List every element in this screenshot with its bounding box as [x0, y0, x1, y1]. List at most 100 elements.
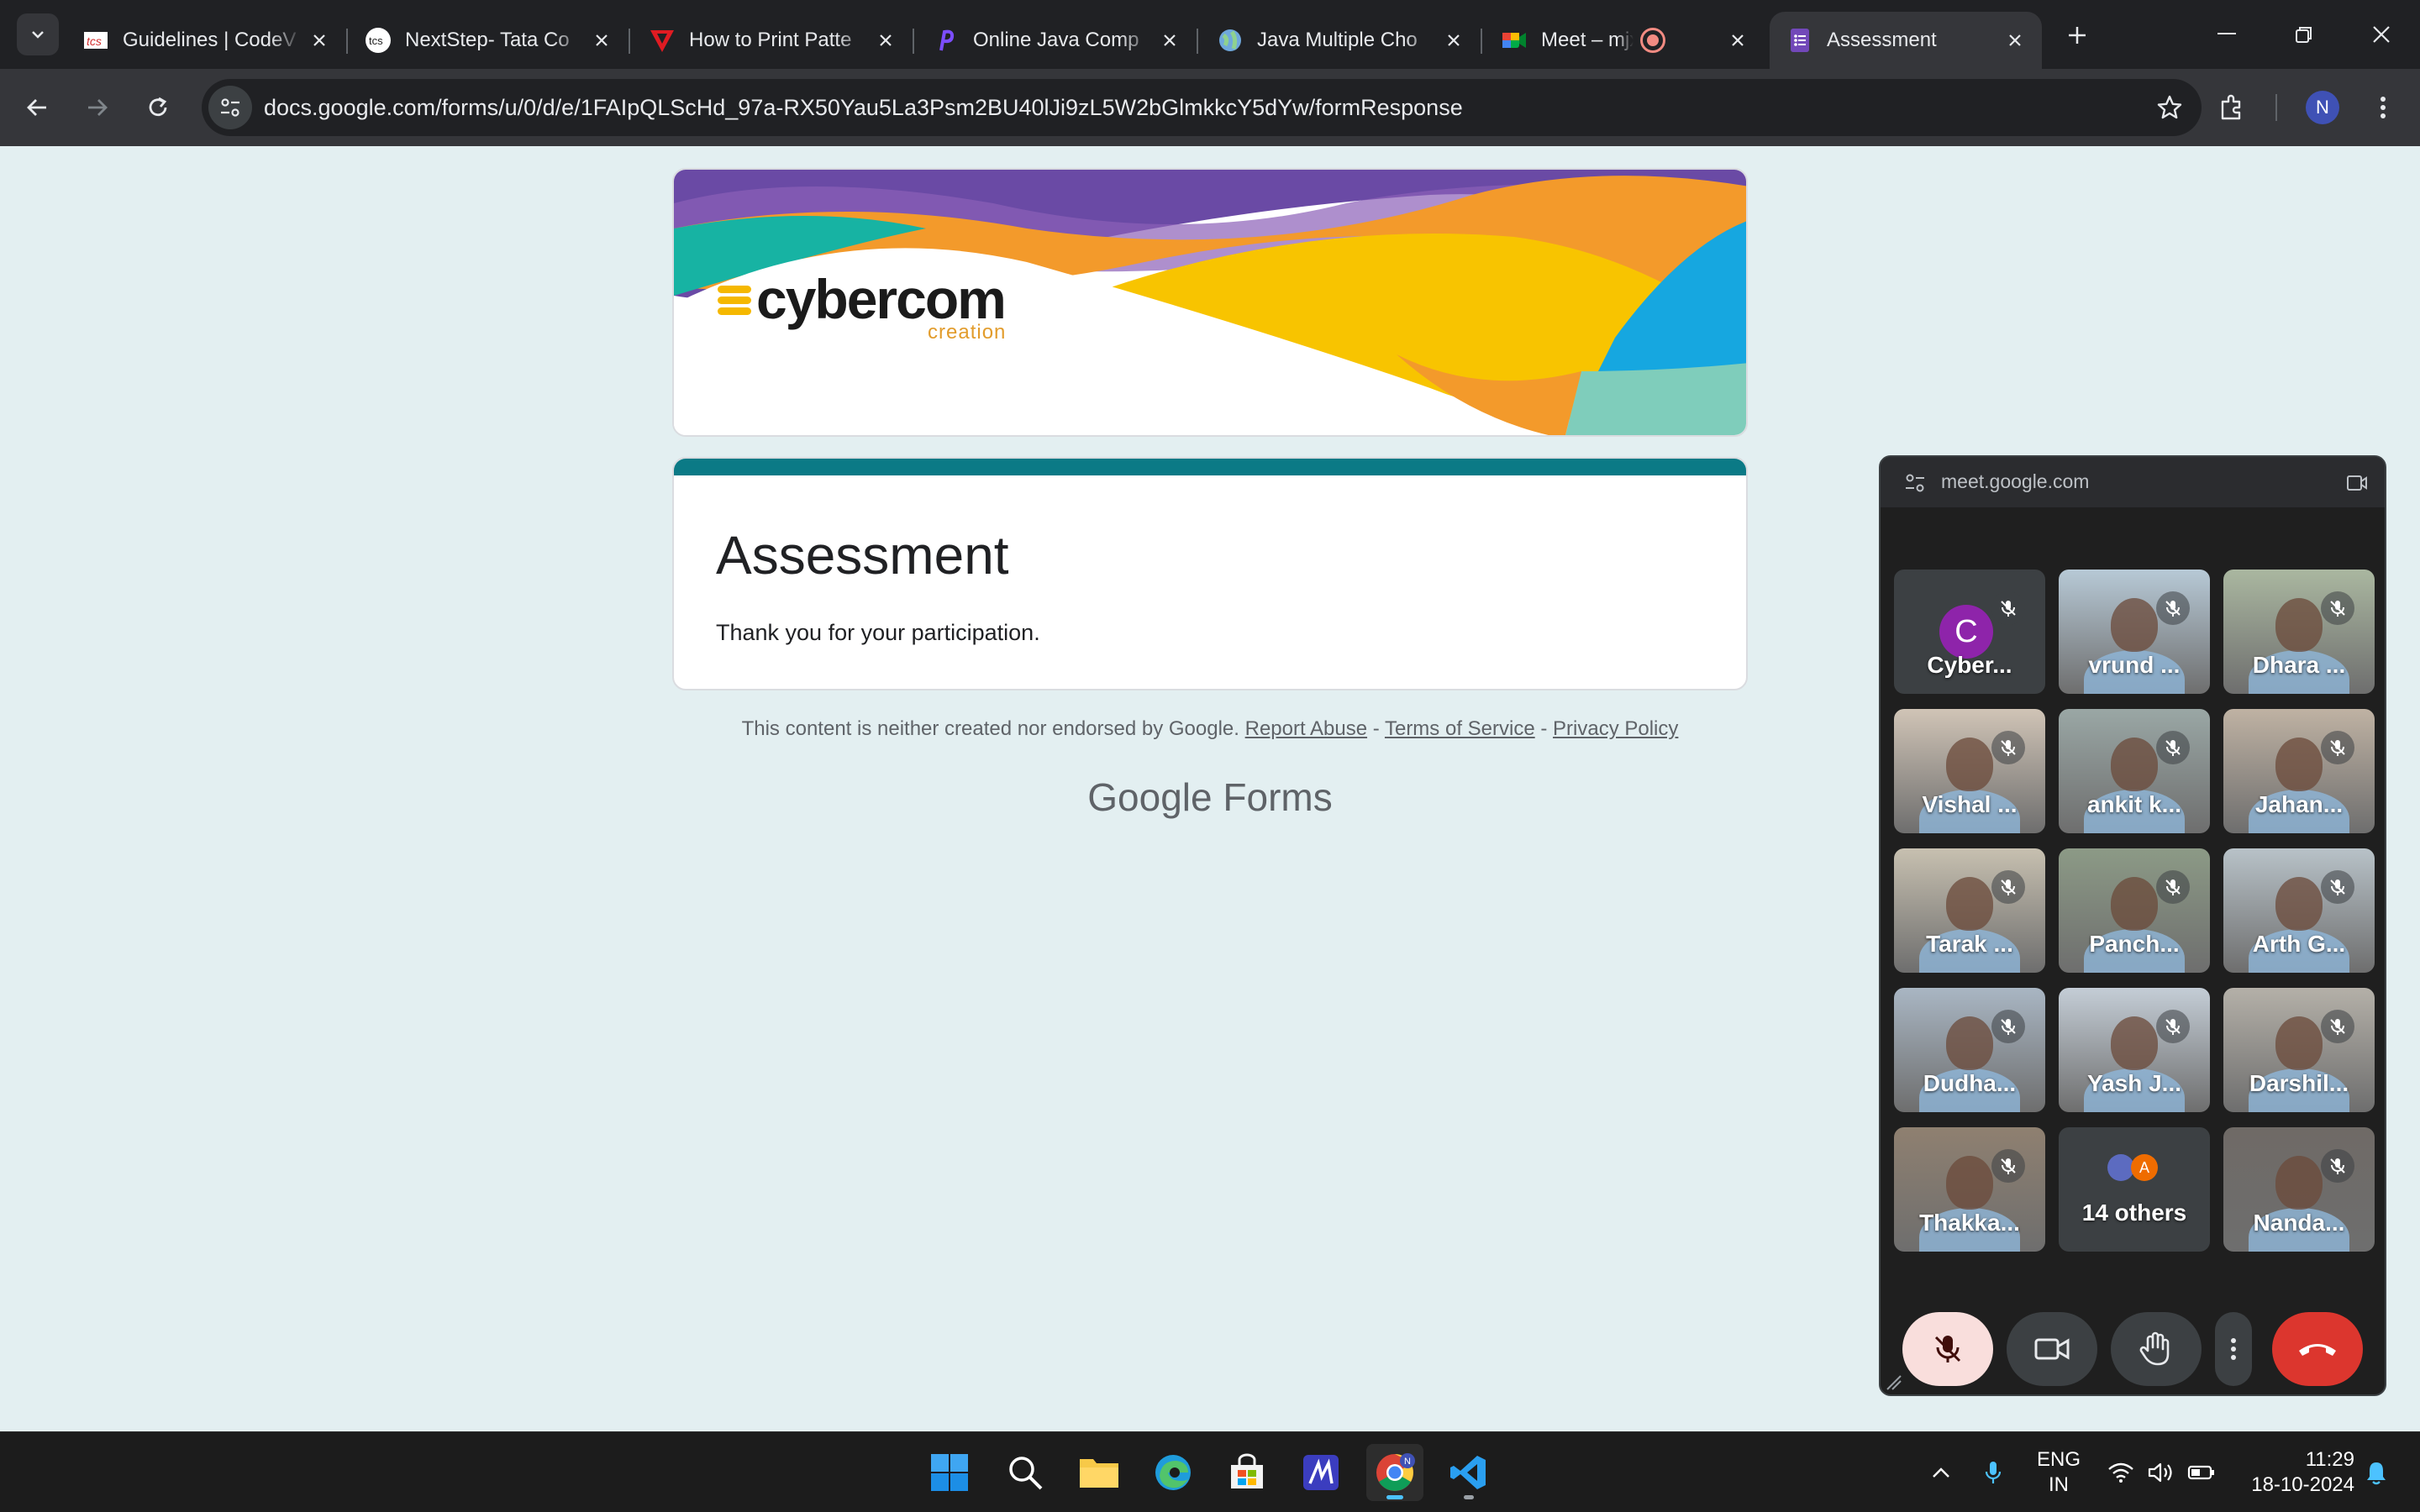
- privacy-link[interactable]: Privacy Policy: [1553, 717, 1678, 740]
- microphone-tray-icon[interactable]: [1978, 1432, 2008, 1512]
- mic-off-icon: [2321, 731, 2354, 764]
- close-icon[interactable]: [1721, 24, 1754, 57]
- participant-tile[interactable]: Thakka...: [1894, 1127, 2045, 1252]
- show-hidden-icons-button[interactable]: [1924, 1432, 1958, 1512]
- store-button[interactable]: [1218, 1444, 1276, 1501]
- participant-tile[interactable]: Nanda...: [2223, 1127, 2375, 1252]
- participant-video: [2275, 877, 2323, 931]
- tab-java-compiler[interactable]: Online Java Comp: [916, 12, 1198, 69]
- participant-tile[interactable]: C Cyber...: [1894, 570, 2045, 694]
- more-options-button[interactable]: [2215, 1312, 2252, 1386]
- search-button[interactable]: [997, 1444, 1054, 1501]
- camera-toggle-button[interactable]: [2007, 1312, 2097, 1386]
- participant-name: Yash J...: [2086, 1070, 2182, 1096]
- participant-name: Thakka...: [1919, 1210, 2020, 1236]
- profile-avatar[interactable]: N: [2306, 91, 2339, 124]
- store-icon: [1231, 1453, 1263, 1488]
- bookmark-star-icon[interactable]: [2149, 87, 2190, 128]
- file-explorer-button[interactable]: [1071, 1444, 1128, 1501]
- close-icon[interactable]: [1437, 24, 1470, 57]
- back-button[interactable]: [17, 87, 57, 128]
- tab-title: Meet – mjx-ot: [1541, 29, 1634, 51]
- terms-link[interactable]: Terms of Service: [1385, 717, 1535, 740]
- new-tab-button[interactable]: [2059, 17, 2096, 54]
- close-icon[interactable]: [869, 24, 902, 57]
- participant-tile[interactable]: Dudha...: [1894, 988, 2045, 1112]
- chrome-button[interactable]: N: [1366, 1444, 1423, 1501]
- participant-avatar: C: [1939, 605, 1993, 659]
- restore-button[interactable]: [2281, 12, 2328, 57]
- raise-hand-button[interactable]: [2111, 1312, 2202, 1386]
- participant-video: [2275, 1016, 2323, 1070]
- mic-off-icon: [2156, 591, 2190, 625]
- participant-tile[interactable]: Yash J...: [2059, 988, 2210, 1112]
- participant-name: vrund ...: [2088, 652, 2181, 678]
- mic-off-icon: [2156, 870, 2190, 904]
- participant-name: Dudha...: [1923, 1070, 2017, 1096]
- others-avatars: A: [2107, 1152, 2161, 1183]
- search-icon: [1009, 1457, 1043, 1490]
- start-button[interactable]: [921, 1444, 978, 1501]
- close-icon[interactable]: [1153, 24, 1186, 57]
- battery-icon[interactable]: [2186, 1432, 2217, 1512]
- participant-tile[interactable]: vrund ...: [2059, 570, 2210, 694]
- back-to-tab-icon[interactable]: [2346, 474, 2368, 492]
- videocam-icon: [2034, 1338, 2070, 1360]
- cybercom-logo: cybercom creation: [718, 269, 1007, 344]
- form-header-banner: cybercom creation: [672, 168, 1748, 437]
- app-button[interactable]: [1292, 1444, 1349, 1501]
- participant-video: [1946, 877, 1993, 931]
- tab-meet[interactable]: Meet – mjx-ot: [1484, 12, 1765, 69]
- tab-print-pattern[interactable]: How to Print Patte: [632, 12, 914, 69]
- meet-pip-window[interactable]: meet.google.com C Cyber... vrund ... Dhara …: [1879, 455, 2386, 1396]
- tab-assessment[interactable]: Assessment: [1770, 12, 2042, 69]
- tab-nextstep[interactable]: tcs NextStep- Tata Co: [348, 12, 630, 69]
- wifi-icon[interactable]: [2106, 1432, 2136, 1512]
- clock[interactable]: 11:29 18-10-2024: [2228, 1447, 2354, 1498]
- close-icon[interactable]: [302, 24, 336, 57]
- participant-name: Vishal ...: [1922, 791, 2018, 817]
- participant-tile[interactable]: Jahan...: [2223, 709, 2375, 833]
- close-icon[interactable]: [585, 24, 618, 57]
- vscode-button[interactable]: [1440, 1444, 1497, 1501]
- edge-button[interactable]: [1144, 1444, 1202, 1501]
- notification-bell-icon[interactable]: [2360, 1432, 2393, 1512]
- address-bar[interactable]: docs.google.com/forms/u/0/d/e/1FAIpQLScH…: [202, 79, 2202, 136]
- report-abuse-link[interactable]: Report Abuse: [1245, 717, 1367, 740]
- close-icon[interactable]: [1998, 24, 2032, 57]
- minimize-button[interactable]: [2203, 12, 2250, 57]
- v-logo-icon: [649, 27, 676, 54]
- participant-tile[interactable]: Dhara ...: [2223, 570, 2375, 694]
- tab-guidelines[interactable]: tcs Guidelines | CodeV: [66, 12, 348, 69]
- close-window-button[interactable]: [2358, 12, 2405, 57]
- mic-toggle-button[interactable]: [1902, 1312, 1993, 1386]
- tab-search-button[interactable]: [17, 13, 59, 55]
- menu-kebab-icon[interactable]: [2363, 87, 2403, 128]
- chrome-icon: N: [1376, 1453, 1415, 1491]
- participant-tile[interactable]: Panch...: [2059, 848, 2210, 973]
- leave-call-button[interactable]: [2272, 1312, 2363, 1386]
- participant-name: Jahan...: [2254, 791, 2344, 817]
- participant-tile[interactable]: Darshil...: [2223, 988, 2375, 1112]
- extensions-icon[interactable]: [2212, 87, 2252, 128]
- participant-tile[interactable]: Tarak ...: [1894, 848, 2045, 973]
- others-tile[interactable]: A 14 others: [2059, 1127, 2210, 1252]
- tab-java-mcq[interactable]: Java Multiple Cho: [1200, 12, 1482, 69]
- participant-name: Panch...: [2089, 931, 2180, 957]
- site-info-icon[interactable]: [208, 86, 252, 129]
- participant-tile[interactable]: Vishal ...: [1894, 709, 2045, 833]
- forward-button[interactable]: [77, 87, 118, 128]
- plus-icon: [2069, 27, 2086, 44]
- participant-video: [2111, 598, 2158, 652]
- participant-tile[interactable]: ankit k...: [2059, 709, 2210, 833]
- google-forms-logo[interactable]: Google Forms: [672, 774, 1748, 820]
- folder-icon: [1080, 1459, 1118, 1488]
- volume-icon[interactable]: [2146, 1432, 2176, 1512]
- reload-button[interactable]: [138, 87, 178, 128]
- resize-handle-icon[interactable]: [1884, 1373, 1902, 1391]
- tab-strip: tcs Guidelines | CodeV tcs NextStep- Tat…: [0, 0, 2420, 69]
- participant-tile[interactable]: Arth G...: [2223, 848, 2375, 973]
- participant-name: ankit k...: [2086, 791, 2182, 817]
- input-language[interactable]: ENG IN: [2033, 1447, 2084, 1498]
- mic-off-icon: [2156, 1010, 2190, 1043]
